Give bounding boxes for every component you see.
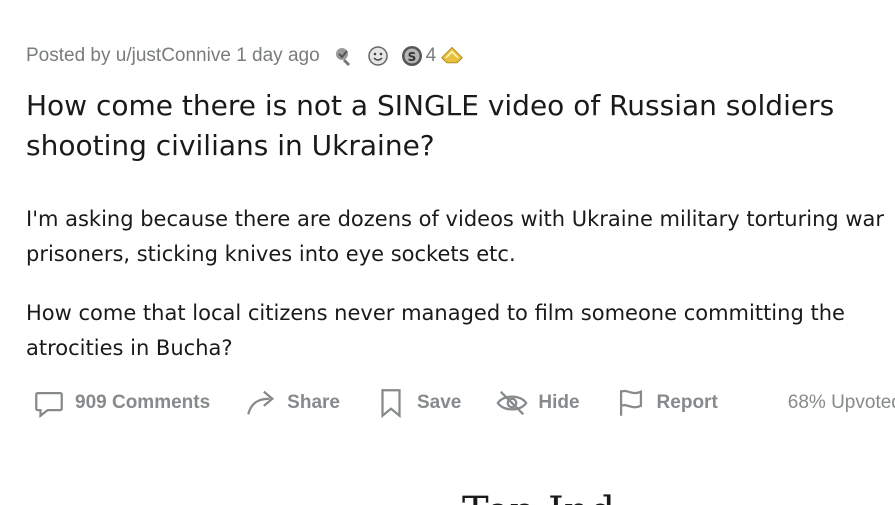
bookmark-icon: [381, 389, 401, 419]
svg-text:S: S: [407, 50, 416, 64]
time-ago[interactable]: 1 day ago: [236, 45, 319, 67]
share-button[interactable]: Share: [244, 386, 340, 420]
next-post-heading-fragment: Top Ind: [462, 492, 615, 505]
body-paragraph: I'm asking because there are dozens of v…: [26, 202, 895, 272]
award-count: 4: [425, 45, 437, 66]
report-button[interactable]: Report: [614, 386, 718, 420]
share-icon: [247, 390, 275, 415]
post-body: I'm asking because there are dozens of v…: [26, 202, 895, 366]
post-title[interactable]: How come there is not a SINGLE video of …: [26, 86, 895, 166]
body-line: I'm asking because there are dozens of v…: [26, 207, 885, 231]
post-meta: Posted by u/justConnive 1 day ago S 4: [26, 38, 895, 74]
post: Posted by u/justConnive 1 day ago S 4 Ho…: [26, 38, 895, 366]
hide-label: Hide: [538, 392, 580, 413]
body-line: prisoners, sticking knives into eye sock…: [26, 242, 516, 266]
wholesome-award-icon[interactable]: [366, 44, 390, 68]
post-title-line: shooting civilians in Ukraine?: [26, 129, 435, 162]
flag-icon: [619, 389, 642, 416]
report-label: Report: [656, 392, 718, 413]
share-label: Share: [287, 392, 340, 413]
upvote-ratio: 68% Upvoted: [787, 392, 895, 413]
helpful-award-icon[interactable]: [332, 44, 356, 68]
comment-icon: [35, 391, 63, 419]
body-line: atrocities in Bucha?: [26, 336, 233, 360]
save-label: Save: [416, 392, 462, 413]
posted-by[interactable]: Posted by u/justConnive: [26, 45, 231, 67]
comments-label: 909 Comments: [75, 392, 211, 413]
post-actions: 909 Comments Share Save Hide Report 68% …: [32, 386, 895, 420]
body-paragraph: How come that local citizens never manag…: [26, 296, 895, 366]
post-title-line: How come there is not a SINGLE video of …: [26, 89, 835, 122]
silver-award-icon[interactable]: S: [400, 44, 424, 68]
hide-button[interactable]: Hide: [495, 386, 580, 420]
gold-award-icon[interactable]: [440, 44, 464, 68]
eye-slash-icon: [496, 390, 528, 416]
body-line: How come that local citizens never manag…: [26, 301, 845, 325]
save-button[interactable]: Save: [374, 386, 461, 420]
comments-button[interactable]: 909 Comments: [32, 386, 210, 420]
